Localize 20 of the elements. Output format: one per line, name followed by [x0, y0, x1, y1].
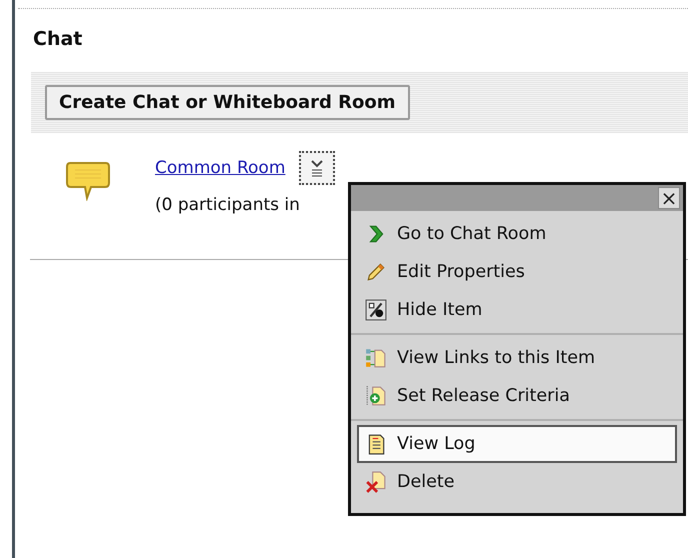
room-link[interactable]: Common Room — [155, 158, 286, 178]
document-plus-icon — [365, 385, 387, 407]
pencil-icon — [365, 261, 387, 283]
menu-item[interactable]: View Log — [357, 425, 677, 463]
menu-item[interactable]: Go to Chat Room — [357, 215, 677, 253]
menu-item[interactable]: Delete — [357, 463, 677, 501]
participants-text: (0 participants in — [155, 195, 301, 215]
linked-document-icon — [365, 347, 387, 369]
menu-item[interactable]: Set Release Criteria — [357, 377, 677, 415]
document-delete-icon — [365, 471, 387, 493]
create-room-button[interactable]: Create Chat or Whiteboard Room — [45, 85, 410, 120]
caret-icon — [309, 158, 326, 178]
page-title: Chat — [33, 28, 84, 50]
percent-icon — [365, 299, 387, 321]
menu-item[interactable]: View Links to this Item — [357, 339, 677, 377]
menu-item[interactable]: Edit Properties — [357, 253, 677, 291]
speech-bubble-icon — [65, 161, 111, 201]
menu-item[interactable]: Hide Item — [357, 291, 677, 329]
menu-button[interactable] — [299, 151, 336, 185]
close-button[interactable]: × — [658, 187, 680, 209]
